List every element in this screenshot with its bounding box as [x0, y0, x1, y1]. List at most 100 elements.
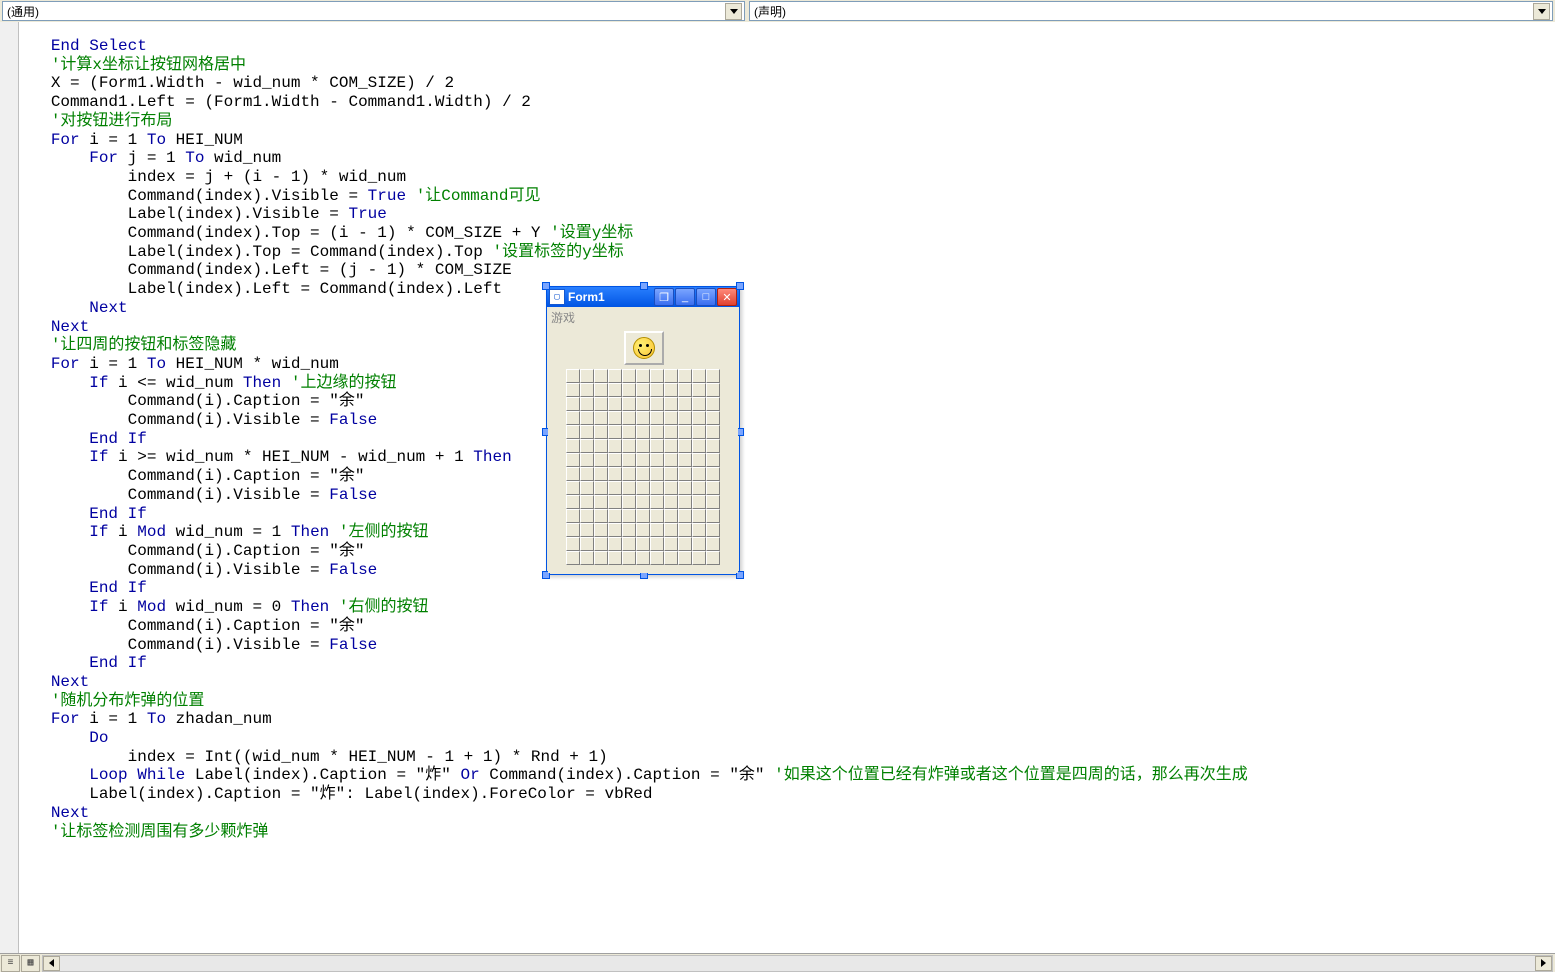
- grid-cell[interactable]: [594, 439, 608, 453]
- grid-cell[interactable]: [622, 509, 636, 523]
- restore-button[interactable]: ❐: [654, 288, 674, 306]
- grid-cell[interactable]: [594, 411, 608, 425]
- grid-cell[interactable]: [580, 369, 594, 383]
- object-combo[interactable]: (通用): [2, 1, 745, 21]
- grid-cell[interactable]: [636, 453, 650, 467]
- grid-cell[interactable]: [692, 383, 706, 397]
- grid-cell[interactable]: [608, 411, 622, 425]
- grid-cell[interactable]: [678, 551, 692, 565]
- grid-cell[interactable]: [636, 369, 650, 383]
- grid-cell[interactable]: [678, 495, 692, 509]
- grid-cell[interactable]: [622, 383, 636, 397]
- code-line[interactable]: Command1.Left = (Form1.Width - Command1.…: [22, 93, 1555, 112]
- grid-cell[interactable]: [580, 397, 594, 411]
- grid-cell[interactable]: [678, 439, 692, 453]
- grid-cell[interactable]: [664, 453, 678, 467]
- grid-cell[interactable]: [622, 481, 636, 495]
- code-line[interactable]: If i Mod wid_num = 0 Then '右侧的按钮: [22, 598, 1555, 617]
- grid-cell[interactable]: [594, 551, 608, 565]
- grid-cell[interactable]: [594, 495, 608, 509]
- grid-cell[interactable]: [664, 425, 678, 439]
- code-line[interactable]: End If: [22, 505, 1555, 524]
- grid-cell[interactable]: [678, 369, 692, 383]
- grid-cell[interactable]: [664, 537, 678, 551]
- grid-cell[interactable]: [678, 453, 692, 467]
- grid-cell[interactable]: [664, 481, 678, 495]
- grid-cell[interactable]: [706, 537, 720, 551]
- code-line[interactable]: End If: [22, 579, 1555, 598]
- grid-cell[interactable]: [608, 551, 622, 565]
- grid-cell[interactable]: [566, 523, 580, 537]
- code-line[interactable]: Command(i).Caption = "余": [22, 617, 1555, 636]
- grid-cell[interactable]: [692, 481, 706, 495]
- code-text[interactable]: End Select '计算x坐标让按钮网格居中 X = (Form1.Widt…: [22, 22, 1555, 954]
- grid-cell[interactable]: [706, 425, 720, 439]
- grid-cell[interactable]: [622, 523, 636, 537]
- grid-cell[interactable]: [664, 439, 678, 453]
- grid-cell[interactable]: [580, 523, 594, 537]
- grid-cell[interactable]: [692, 551, 706, 565]
- grid-cell[interactable]: [566, 453, 580, 467]
- grid-cell[interactable]: [650, 425, 664, 439]
- grid-cell[interactable]: [622, 495, 636, 509]
- grid-cell[interactable]: [706, 369, 720, 383]
- code-line[interactable]: If i >= wid_num * HEI_NUM - wid_num + 1 …: [22, 448, 1555, 467]
- grid-cell[interactable]: [566, 537, 580, 551]
- menu-game[interactable]: 游戏: [551, 311, 575, 325]
- grid-cell[interactable]: [664, 523, 678, 537]
- grid-cell[interactable]: [636, 509, 650, 523]
- grid-cell[interactable]: [650, 439, 664, 453]
- grid-cell[interactable]: [608, 439, 622, 453]
- minimize-button[interactable]: _: [675, 288, 695, 306]
- grid-cell[interactable]: [636, 411, 650, 425]
- grid-cell[interactable]: [636, 537, 650, 551]
- grid-cell[interactable]: [580, 425, 594, 439]
- code-line[interactable]: For j = 1 To wid_num: [22, 149, 1555, 168]
- grid-cell[interactable]: [594, 537, 608, 551]
- grid-cell[interactable]: [566, 509, 580, 523]
- grid-cell[interactable]: [608, 495, 622, 509]
- grid-cell[interactable]: [608, 453, 622, 467]
- horizontal-scrollbar[interactable]: [42, 955, 1553, 972]
- grid-cell[interactable]: [636, 397, 650, 411]
- code-line[interactable]: If i <= wid_num Then '上边缘的按钮: [22, 374, 1555, 393]
- grid-cell[interactable]: [650, 537, 664, 551]
- scroll-left-icon[interactable]: [43, 956, 60, 971]
- grid-cell[interactable]: [678, 537, 692, 551]
- grid-cell[interactable]: [622, 467, 636, 481]
- grid-cell[interactable]: [692, 509, 706, 523]
- grid-cell[interactable]: [594, 467, 608, 481]
- code-line[interactable]: '计算x坐标让按钮网格居中: [22, 56, 1555, 75]
- code-line[interactable]: For i = 1 To HEI_NUM: [22, 131, 1555, 150]
- grid-cell[interactable]: [692, 537, 706, 551]
- grid-cell[interactable]: [650, 495, 664, 509]
- grid-cell[interactable]: [608, 481, 622, 495]
- grid-cell[interactable]: [706, 453, 720, 467]
- grid-cell[interactable]: [706, 383, 720, 397]
- grid-cell[interactable]: [692, 411, 706, 425]
- grid-cell[interactable]: [706, 439, 720, 453]
- grid-cell[interactable]: [608, 467, 622, 481]
- grid-cell[interactable]: [594, 523, 608, 537]
- grid-cell[interactable]: [566, 481, 580, 495]
- grid-cell[interactable]: [636, 383, 650, 397]
- grid-cell[interactable]: [622, 537, 636, 551]
- grid-cell[interactable]: [664, 411, 678, 425]
- grid-cell[interactable]: [594, 509, 608, 523]
- grid-cell[interactable]: [580, 453, 594, 467]
- grid-cell[interactable]: [664, 495, 678, 509]
- grid-cell[interactable]: [692, 439, 706, 453]
- grid-cell[interactable]: [566, 467, 580, 481]
- grid-cell[interactable]: [566, 411, 580, 425]
- grid-cell[interactable]: [580, 467, 594, 481]
- grid-cell[interactable]: [580, 509, 594, 523]
- grid-cell[interactable]: [566, 425, 580, 439]
- grid-cell[interactable]: [608, 425, 622, 439]
- code-line[interactable]: '让标签检测周围有多少颗炸弹: [22, 823, 1555, 842]
- grid-cell[interactable]: [636, 523, 650, 537]
- code-line[interactable]: Command(index).Left = (j - 1) * COM_SIZE: [22, 261, 1555, 280]
- grid-cell[interactable]: [706, 509, 720, 523]
- form-designer-window[interactable]: ▢ Form1 ❐ _ □ ✕ 游戏: [546, 286, 740, 575]
- grid-cell[interactable]: [566, 551, 580, 565]
- grid-cell[interactable]: [608, 397, 622, 411]
